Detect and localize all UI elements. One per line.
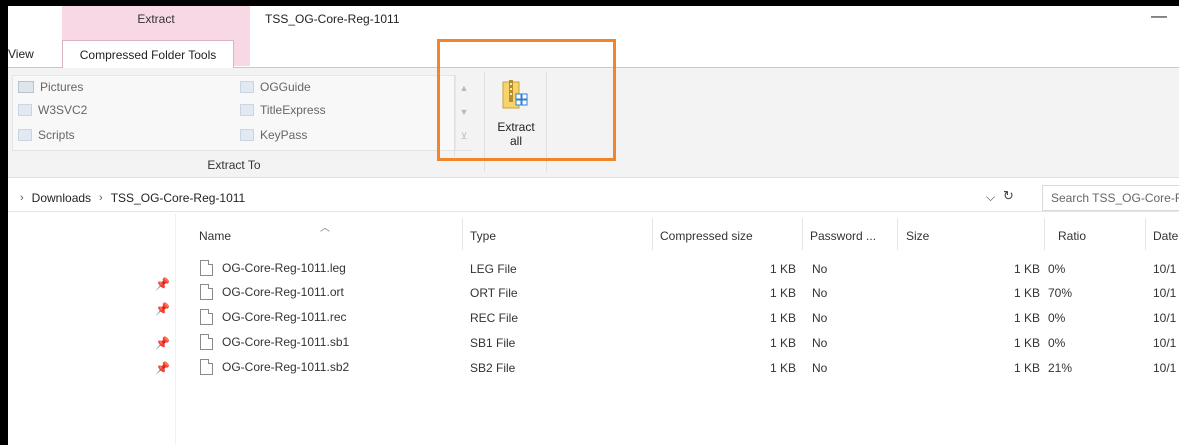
file-compressed-size: 1 KB	[769, 336, 796, 350]
column-divider[interactable]	[802, 218, 803, 250]
column-divider[interactable]	[1145, 218, 1146, 250]
pin-icon[interactable]: 📌	[155, 336, 170, 350]
table-row[interactable]: OG-Core-Reg-1011.rec	[200, 309, 347, 325]
file-compressed-size: 1 KB	[769, 262, 796, 276]
file-size: 1 KB	[1013, 262, 1040, 276]
group-label-extract-to: Extract To	[207, 158, 261, 172]
file-type: SB1 File	[470, 336, 516, 350]
file-type: REC File	[470, 311, 519, 325]
column-header-password[interactable]: Password ...	[810, 229, 876, 243]
sort-ascending-icon: ︿	[320, 223, 330, 234]
refresh-icon[interactable]: ↻	[1003, 188, 1014, 204]
file-date: 10/1	[1153, 361, 1177, 375]
table-row[interactable]: OG-Core-Reg-1011.ort	[200, 284, 344, 300]
gallery-item-scripts[interactable]: Scripts	[18, 128, 75, 142]
folder-icon	[240, 129, 254, 141]
file-ratio: 21%	[1048, 361, 1073, 375]
file-date: 10/1	[1153, 336, 1177, 350]
tab-compressed-folder-tools[interactable]: Compressed Folder Tools	[62, 40, 234, 68]
column-divider[interactable]	[462, 218, 463, 250]
table-row[interactable]: OG-Core-Reg-1011.sb1	[200, 334, 349, 350]
file-size: 1 KB	[1013, 336, 1040, 350]
folder-icon	[240, 81, 254, 93]
file-type: ORT File	[470, 286, 518, 300]
breadcrumb-chevron-icon[interactable]: ›	[20, 192, 24, 204]
column-header-size[interactable]: Size	[906, 229, 929, 243]
breadcrumb-chevron-icon[interactable]: ›	[99, 192, 103, 204]
file-size: 1 KB	[1013, 361, 1040, 375]
file-ratio: 0%	[1048, 311, 1066, 325]
gallery-item-titleexpress[interactable]: TitleExpress	[240, 103, 326, 117]
file-date: 10/1	[1153, 311, 1177, 325]
navigation-pane[interactable]	[8, 214, 176, 445]
folder-icon	[240, 104, 254, 116]
file-password: No	[812, 262, 828, 276]
column-header-ratio[interactable]: Ratio	[1058, 229, 1086, 243]
file-type: LEG File	[470, 262, 517, 276]
column-header-compressed-size[interactable]: Compressed size	[660, 229, 753, 243]
file-ratio: 0%	[1048, 262, 1066, 276]
window-title: TSS_OG-Core-Reg-1011	[265, 12, 400, 26]
file-password: No	[812, 336, 828, 350]
tab-view[interactable]: View	[8, 47, 34, 61]
minimize-button[interactable]: —	[1151, 8, 1167, 26]
file-compressed-size: 1 KB	[769, 361, 796, 375]
column-header-type[interactable]: Type	[470, 229, 496, 243]
breadcrumb: › Downloads › TSS_OG-Core-Reg-1011	[20, 191, 245, 205]
folder-icon	[18, 104, 32, 116]
pictures-folder-icon	[18, 81, 34, 93]
pin-icon[interactable]: 📌	[155, 277, 170, 291]
search-input[interactable]: Search TSS_OG-Core-Reg-1011	[1042, 185, 1179, 211]
file-size: 1 KB	[1013, 311, 1040, 325]
column-divider[interactable]	[652, 218, 653, 250]
gallery-item-keypass[interactable]: KeyPass	[240, 128, 307, 142]
file-password: No	[812, 286, 828, 300]
table-row[interactable]: OG-Core-Reg-1011.leg	[200, 260, 346, 276]
table-row[interactable]: OG-Core-Reg-1011.sb2	[200, 359, 349, 375]
file-ratio: 0%	[1048, 336, 1066, 350]
column-header-name[interactable]: Name	[199, 229, 231, 243]
file-ratio: 70%	[1048, 286, 1073, 300]
file-icon	[200, 260, 213, 276]
file-icon	[200, 284, 213, 300]
pin-icon[interactable]: 📌	[155, 361, 170, 375]
file-compressed-size: 1 KB	[769, 286, 796, 300]
file-password: No	[812, 361, 828, 375]
file-date: 10/1	[1153, 286, 1177, 300]
file-icon	[200, 334, 213, 350]
file-type: SB2 File	[470, 361, 516, 375]
file-password: No	[812, 311, 828, 325]
pin-icon[interactable]: 📌	[155, 302, 170, 316]
file-size: 1 KB	[1013, 286, 1040, 300]
column-divider[interactable]	[1044, 218, 1045, 250]
gallery-item-pictures[interactable]: Pictures	[18, 80, 83, 94]
breadcrumb-downloads[interactable]: Downloads	[32, 191, 91, 205]
file-icon	[200, 309, 213, 325]
file-date: 10/1	[1153, 262, 1177, 276]
highlight-box	[437, 39, 616, 161]
file-compressed-size: 1 KB	[769, 311, 796, 325]
gallery-bottom-divider	[12, 150, 472, 151]
file-icon	[200, 359, 213, 375]
gallery-item-ogguide[interactable]: OGGuide	[240, 80, 311, 94]
address-history-chevron-icon[interactable]: ⌵	[986, 190, 995, 205]
column-divider[interactable]	[897, 218, 898, 250]
window-frame-left	[0, 0, 8, 445]
folder-icon	[18, 129, 32, 141]
breadcrumb-current-folder[interactable]: TSS_OG-Core-Reg-1011	[111, 191, 246, 205]
contextual-tab-extract[interactable]: Extract	[62, 12, 250, 26]
gallery-item-w3svc2[interactable]: W3SVC2	[18, 103, 87, 117]
column-header-date[interactable]: Date	[1153, 229, 1178, 243]
